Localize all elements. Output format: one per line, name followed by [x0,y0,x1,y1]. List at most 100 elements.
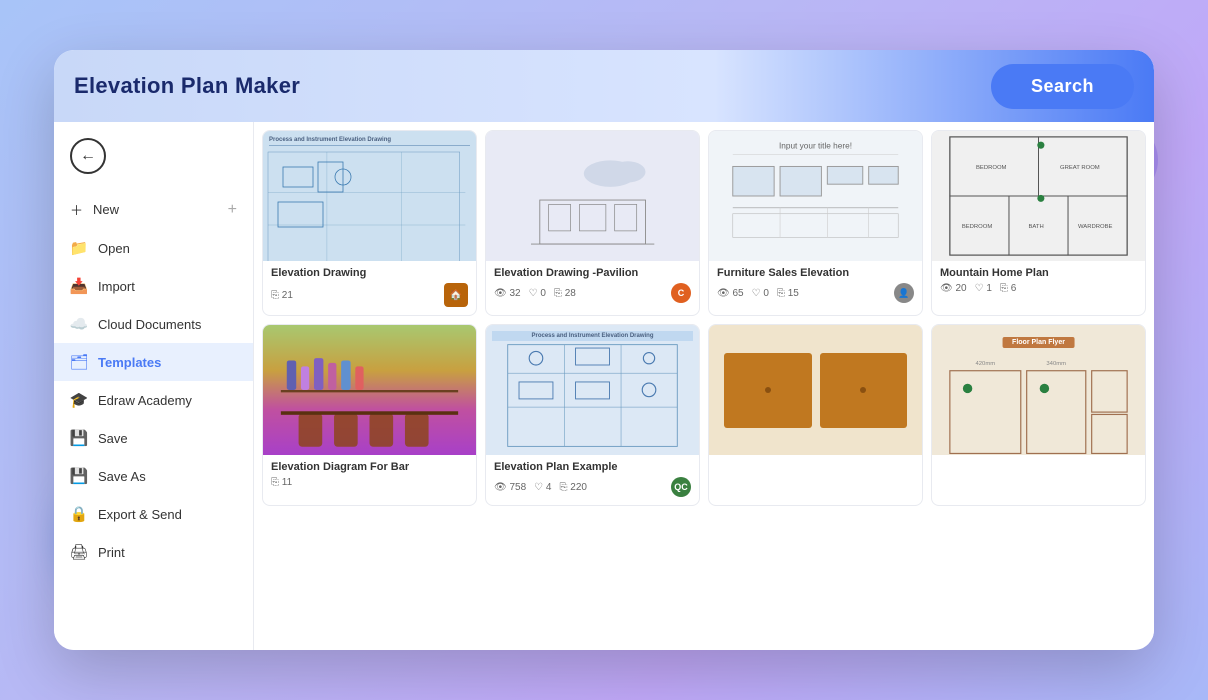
sidebar-item-cloud[interactable]: ☁️ Cloud Documents [54,305,253,343]
copy-count-1: ⎘ 21 [271,290,293,301]
sidebar-item-academy-label: Edraw Academy [98,393,192,408]
card-meta-1: ⎘ 21 🏠 [271,283,468,307]
back-button[interactable]: ← [70,138,106,174]
card-thumb-2 [486,131,699,261]
search-button[interactable]: Search [991,64,1134,109]
template-card-furniture[interactable]: Input your title here! [708,130,923,316]
floor-plan-flyer-svg: 420mm 340mm [932,353,1145,455]
card-info-4: Mountain Home Plan 👁 20 ♡ 1 ⎘ 6 [932,261,1145,302]
sidebar-item-export-label: Export & Send [98,507,182,522]
sidebar-item-save-as-label: Save As [98,469,146,484]
card-info-1: Elevation Drawing ⎘ 21 🏠 [263,261,476,315]
card-thumb-4: BEDROOM GREAT ROOM BEDROOM BATH WARDROBE [932,131,1145,261]
export-icon: 🔒 [70,505,88,523]
card-meta-4: 👁 20 ♡ 1 ⎘ 6 [940,283,1137,294]
mountain-svg: BEDROOM GREAT ROOM BEDROOM BATH WARDROBE [932,131,1145,261]
new-icon: ＋ [70,200,83,219]
header: Elevation Plan Maker Search [54,50,1154,122]
plus-icon: + [228,201,237,219]
copies-3: ⎘ 15 [777,288,799,299]
template-card-plan-example[interactable]: Process and Instrument Elevation Drawing [485,324,700,506]
card-avatar-2: C [671,283,691,303]
template-card-bar[interactable]: Elevation Diagram For Bar ⎘ 11 [262,324,477,506]
sidebar-item-open-label: Open [98,241,130,256]
card-thumb-7 [709,325,922,455]
card-thumb-8: Floor Plan Flyer 420mm 340mm [932,325,1145,455]
pavilion-svg [504,156,681,253]
sidebar: ← ＋ New + 📁 Open 📥 Import ☁️ Cloud Docum… [54,122,254,650]
likes-2: ♡ 0 [529,288,546,299]
sidebar-item-templates[interactable]: 🗂 Templates [54,343,253,381]
card-title-5: Elevation Diagram For Bar [271,461,468,473]
card-avatar-1: 🏠 [444,283,468,307]
template-card-floor-plan-flyer[interactable]: Floor Plan Flyer 420mm 340mm [931,324,1146,506]
app-title: Elevation Plan Maker [74,73,300,99]
svg-text:BEDROOM: BEDROOM [976,165,1007,171]
main-content: ← ＋ New + 📁 Open 📥 Import ☁️ Cloud Docum… [54,122,1154,650]
card-info-5: Elevation Diagram For Bar ⎘ 11 [263,455,476,496]
card-thumb-3: Input your title here! [709,131,922,261]
card-thumb-5 [263,325,476,455]
views-4: 👁 20 [940,283,967,294]
card-avatar-6: QC [671,477,691,497]
views-2: 👁 32 [494,288,521,299]
save-as-icon: 💾 [70,467,88,485]
templates-grid: Process and Instrument Elevation Drawing [262,130,1146,506]
sidebar-item-templates-label: Templates [98,355,161,370]
card-meta-5: ⎘ 11 [271,477,468,488]
card-meta-3: 👁 65 ♡ 0 ⎘ 15 👤 [717,283,914,303]
card-meta-6: 👁 758 ♡ 4 ⎘ 220 QC [494,477,691,497]
copies-5: ⎘ 11 [271,477,292,488]
furniture-svg: Input your title here! [709,131,922,261]
sidebar-item-academy[interactable]: 🎓 Edraw Academy [54,381,253,419]
card-info-7 [709,455,922,473]
likes-3: ♡ 0 [752,288,769,299]
copies-6: ⎘ 220 [559,482,586,493]
save-icon: 💾 [70,429,88,447]
print-icon: 🖨 [70,543,88,561]
template-card-mountain[interactable]: BEDROOM GREAT ROOM BEDROOM BATH WARDROBE [931,130,1146,316]
plan-example-svg [486,339,699,455]
sidebar-item-save[interactable]: 💾 Save [54,419,253,457]
sidebar-item-save-as[interactable]: 💾 Save As [54,457,253,495]
svg-text:GREAT ROOM: GREAT ROOM [1060,165,1100,171]
sidebar-item-import-label: Import [98,279,135,294]
sidebar-item-new[interactable]: ＋ New + [54,190,253,229]
likes-4: ♡ 1 [975,283,992,294]
blueprint-svg [263,147,476,261]
card-title-4: Mountain Home Plan [940,267,1137,279]
cloud-icon: ☁️ [70,315,88,333]
card-info-2: Elevation Drawing -Pavilion 👁 32 ♡ 0 ⎘ 2… [486,261,699,311]
svg-text:340mm: 340mm [1046,361,1066,367]
svg-text:BATH: BATH [1028,224,1043,230]
sidebar-item-save-label: Save [98,431,128,446]
template-card-cabinet[interactable] [708,324,923,506]
template-card-elevation-drawing[interactable]: Process and Instrument Elevation Drawing [262,130,477,316]
app-container: Elevation Plan Maker Search ← ＋ New + 📁 … [54,50,1154,650]
sidebar-item-import[interactable]: 📥 Import [54,267,253,305]
svg-text:Input your title here!: Input your title here! [779,142,852,151]
import-icon: 📥 [70,277,88,295]
card-title-1: Elevation Drawing [271,267,468,279]
sidebar-item-export[interactable]: 🔒 Export & Send [54,495,253,533]
card-info-6: Elevation Plan Example 👁 758 ♡ 4 ⎘ 220 Q… [486,455,699,505]
bar-svg [263,325,476,455]
open-icon: 📁 [70,239,88,257]
card-avatar-3: 👤 [894,283,914,303]
card-title-6: Elevation Plan Example [494,461,691,473]
template-card-pavilion[interactable]: Elevation Drawing -Pavilion 👁 32 ♡ 0 ⎘ 2… [485,130,700,316]
card-info-8 [932,455,1145,473]
card-thumb-1: Process and Instrument Elevation Drawing [263,131,476,261]
svg-text:420mm: 420mm [975,361,995,367]
views-6: 👁 758 [494,482,526,493]
copies-4: ⎘ 6 [1000,283,1016,294]
templates-content: Process and Instrument Elevation Drawing [254,122,1154,650]
sidebar-item-new-label: New [93,202,119,217]
card-thumb-6: Process and Instrument Elevation Drawing [486,325,699,455]
views-3: 👁 65 [717,288,744,299]
card-title-3: Furniture Sales Elevation [717,267,914,279]
academy-icon: 🎓 [70,391,88,409]
templates-icon: 🗂 [70,353,88,371]
sidebar-item-open[interactable]: 📁 Open [54,229,253,267]
sidebar-item-print[interactable]: 🖨 Print [54,533,253,571]
